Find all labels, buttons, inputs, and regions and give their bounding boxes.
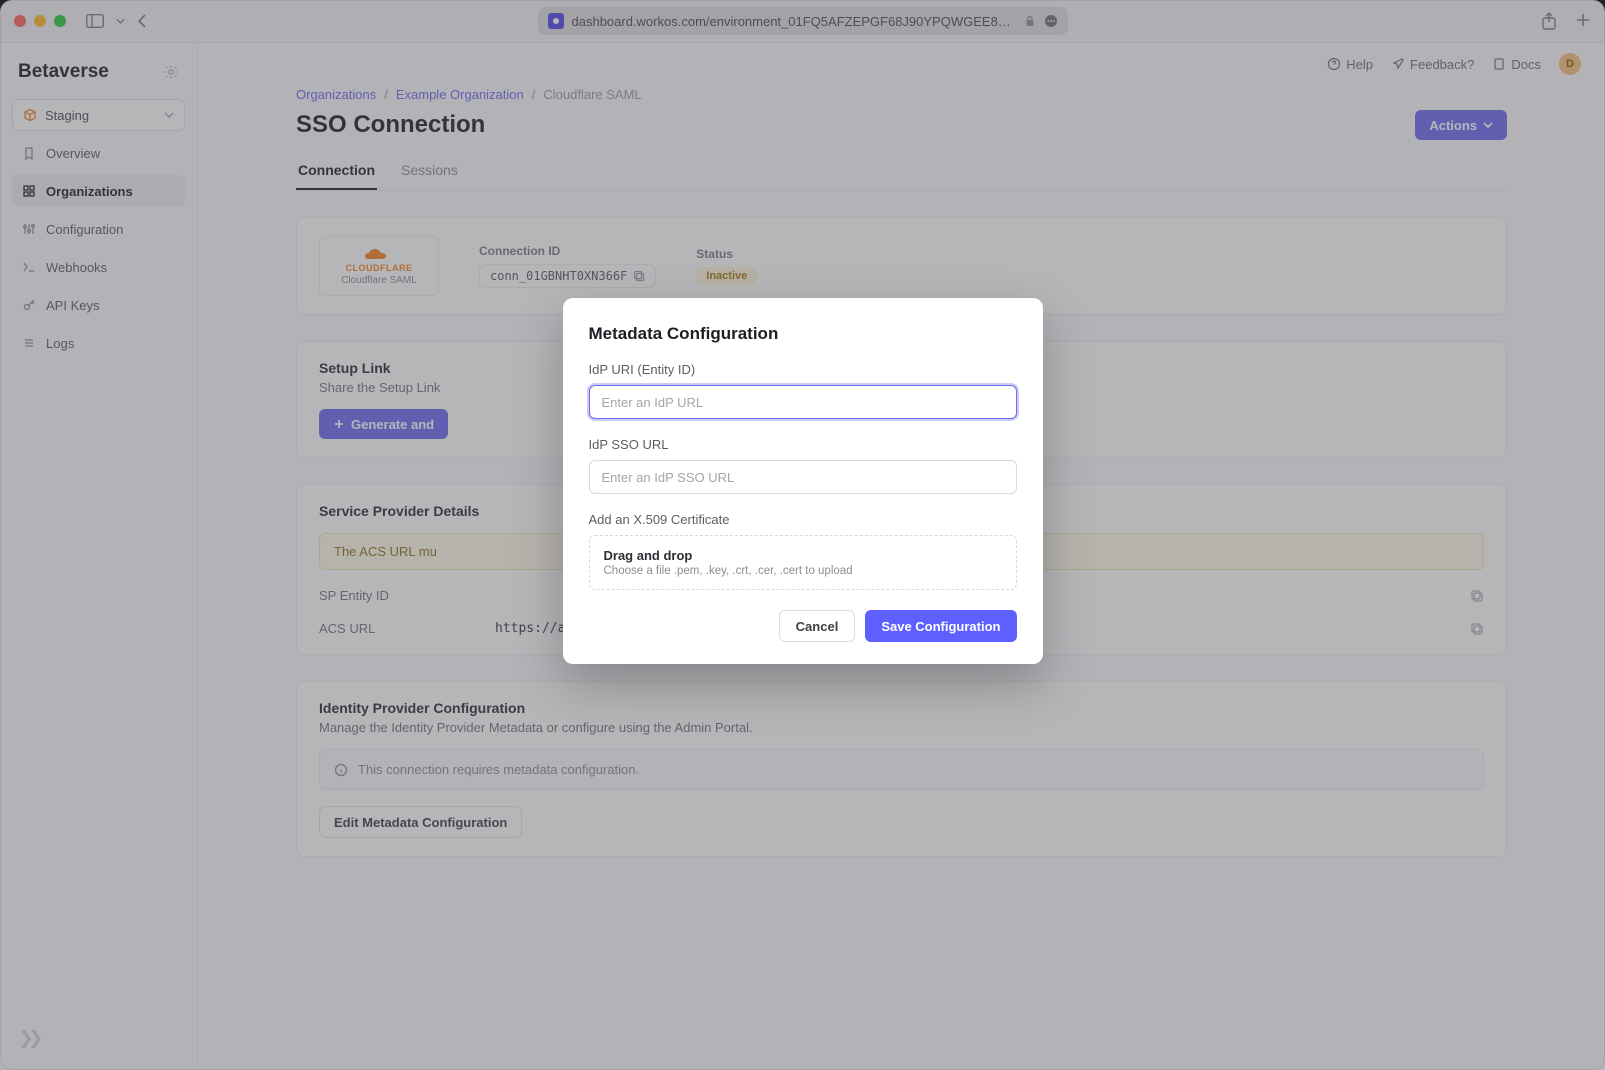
- metadata-modal: Metadata Configuration IdP URI (Entity I…: [563, 298, 1043, 664]
- dropzone-sub: Choose a file .pem, .key, .crt, .cer, .c…: [604, 565, 1002, 577]
- idp-uri-input[interactable]: [589, 385, 1017, 419]
- cert-label: Add an X.509 Certificate: [589, 512, 1017, 527]
- cert-dropzone[interactable]: Drag and drop Choose a file .pem, .key, …: [589, 535, 1017, 590]
- dropzone-title: Drag and drop: [604, 548, 1002, 563]
- cancel-button[interactable]: Cancel: [779, 610, 856, 642]
- modal-overlay[interactable]: Metadata Configuration IdP URI (Entity I…: [0, 0, 1605, 1070]
- idp-sso-label: IdP SSO URL: [589, 437, 1017, 452]
- save-button[interactable]: Save Configuration: [865, 610, 1016, 642]
- modal-title: Metadata Configuration: [589, 324, 1017, 344]
- idp-sso-input[interactable]: [589, 460, 1017, 494]
- idp-uri-label: IdP URI (Entity ID): [589, 362, 1017, 377]
